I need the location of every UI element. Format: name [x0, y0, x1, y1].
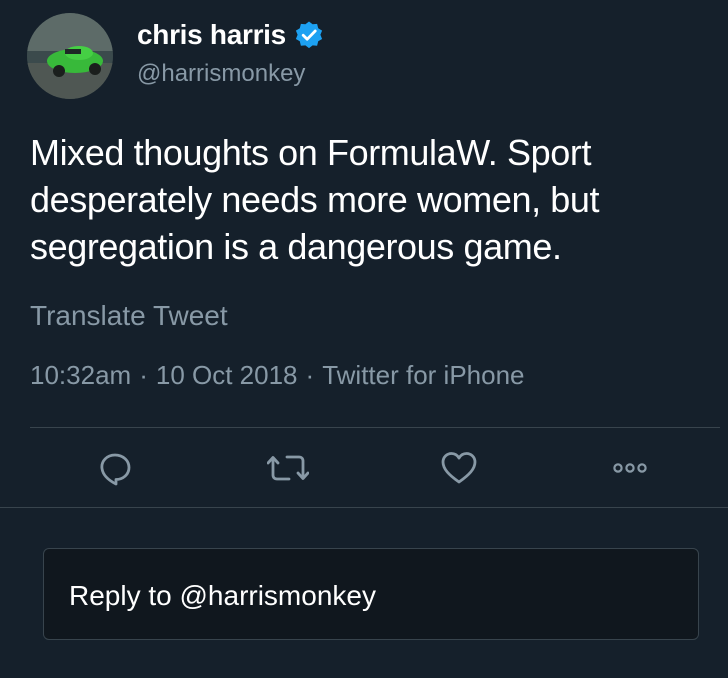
tweet-source[interactable]: Twitter for iPhone: [322, 360, 524, 391]
divider: [0, 507, 728, 508]
tweet-time[interactable]: 10:32am: [30, 360, 131, 391]
tweet-text-line: segregation is a dangerous game.: [30, 226, 562, 267]
tweet-detail: chris harris @harrismonkey Mixed thought…: [0, 0, 728, 678]
like-button[interactable]: [437, 446, 481, 490]
tweet-text-line: desperately needs more women, but: [30, 179, 600, 220]
meta-separator: ·: [139, 360, 148, 390]
tweet-date[interactable]: 10 Oct 2018: [156, 360, 298, 391]
action-bar: [0, 446, 728, 492]
retweet-button[interactable]: [266, 446, 310, 490]
translate-tweet-link[interactable]: Translate Tweet: [30, 300, 228, 332]
verified-badge-icon: [294, 20, 324, 50]
heart-icon: [441, 452, 477, 484]
more-icon: [613, 463, 647, 473]
display-name[interactable]: chris harris: [137, 19, 286, 51]
meta-separator: ·: [305, 360, 315, 390]
tweet-meta: 10:32am · 10 Oct 2018 · Twitter for iPho…: [30, 360, 525, 391]
retweet-icon: [267, 455, 309, 481]
avatar[interactable]: [27, 13, 113, 99]
user-handle[interactable]: @harrismonkey: [137, 60, 305, 88]
reply-placeholder: Reply to @harrismonkey: [69, 580, 376, 611]
reply-icon: [100, 453, 131, 486]
divider: [30, 427, 720, 428]
name-row: chris harris: [137, 19, 324, 51]
reply-button[interactable]: [93, 446, 137, 490]
more-button[interactable]: [608, 446, 652, 490]
tweet-text-line: Mixed thoughts on FormulaW. Sport: [30, 132, 592, 173]
tweet-text: Mixed thoughts on FormulaW. Sport desper…: [30, 129, 710, 270]
reply-input[interactable]: Reply to @harrismonkey: [43, 548, 699, 640]
